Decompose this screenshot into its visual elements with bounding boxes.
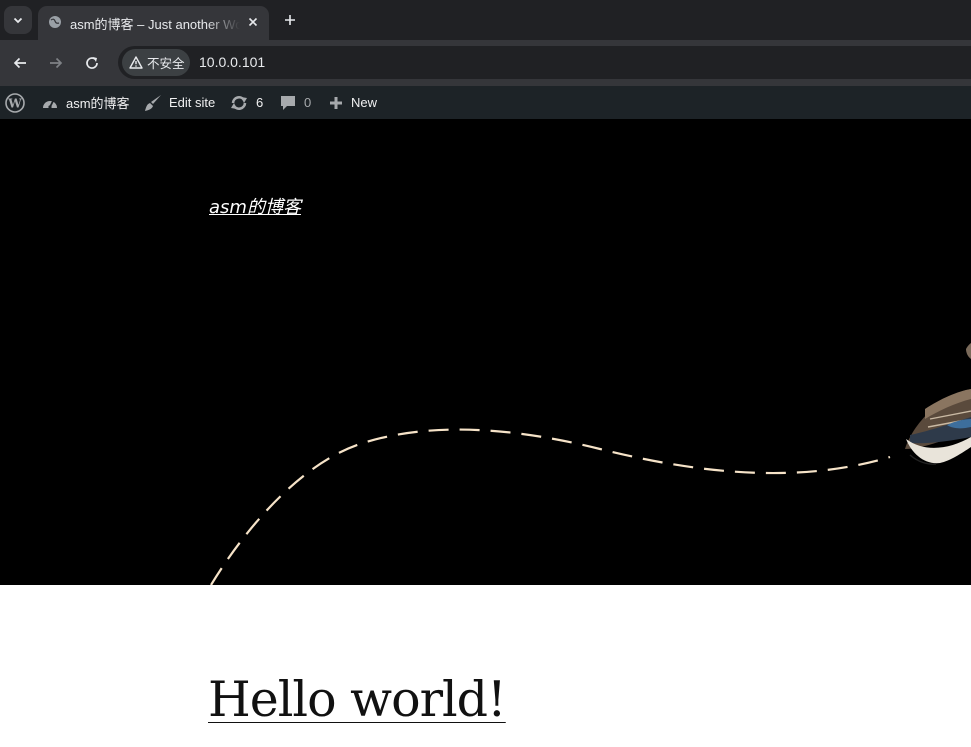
hero-banner: asm的博客 bbox=[0, 119, 971, 585]
tab-search-button[interactable] bbox=[4, 6, 32, 34]
browser-toolbar: 不安全 10.0.0.101 bbox=[0, 40, 971, 86]
wp-admin-bar: W asm的博客 Edit site 6 0 New bbox=[0, 86, 971, 119]
arrow-right-icon bbox=[50, 57, 63, 69]
browser-tab-strip: asm的博客 – Just another WordPress site bbox=[0, 0, 971, 40]
admin-bar-comments[interactable]: 0 bbox=[279, 86, 311, 119]
tab-title: asm的博客 – Just another WordPress site bbox=[70, 17, 240, 32]
flight-path bbox=[210, 428, 891, 585]
plus-icon bbox=[285, 15, 295, 25]
new-tab-button[interactable] bbox=[278, 8, 302, 32]
bird-icon bbox=[905, 343, 971, 465]
tab-close-button[interactable] bbox=[243, 12, 263, 32]
updates-icon bbox=[231, 95, 247, 110]
warning-icon bbox=[129, 56, 143, 69]
bird-illustration bbox=[210, 343, 971, 585]
reload-button[interactable] bbox=[79, 50, 105, 76]
post-title-link[interactable]: Hello world! bbox=[208, 671, 507, 728]
url-text[interactable]: 10.0.0.101 bbox=[199, 54, 265, 70]
dashboard-icon bbox=[43, 100, 57, 109]
comments-count: 0 bbox=[304, 95, 312, 110]
site-security-chip[interactable]: 不安全 bbox=[122, 49, 190, 76]
updates-count: 6 bbox=[256, 95, 264, 110]
plus-icon bbox=[330, 96, 342, 109]
brush-icon bbox=[145, 94, 161, 111]
admin-bar-new[interactable]: New bbox=[329, 86, 377, 119]
forward-button[interactable] bbox=[43, 50, 69, 76]
globe-icon bbox=[49, 16, 61, 28]
site-name-label: asm的博客 bbox=[66, 96, 130, 111]
address-bar[interactable]: 不安全 10.0.0.101 bbox=[118, 46, 971, 79]
close-icon bbox=[248, 17, 258, 27]
reload-icon bbox=[86, 57, 98, 69]
wordpress-menu[interactable]: W bbox=[5, 86, 25, 119]
chevron-down-icon bbox=[13, 17, 23, 24]
admin-bar-edit-site[interactable]: Edit site bbox=[144, 86, 215, 119]
wordpress-logo-icon: W bbox=[5, 92, 25, 113]
security-label: 不安全 bbox=[147, 57, 185, 71]
admin-bar-site-name[interactable]: asm的博客 bbox=[41, 86, 130, 119]
arrow-left-icon bbox=[13, 57, 26, 69]
new-label: New bbox=[351, 95, 378, 110]
comment-icon bbox=[281, 96, 295, 110]
edit-site-label: Edit site bbox=[169, 95, 216, 110]
browser-tab-active[interactable]: asm的博客 – Just another WordPress site bbox=[38, 6, 269, 40]
admin-bar-updates[interactable]: 6 bbox=[230, 86, 263, 119]
svg-text:W: W bbox=[7, 96, 22, 110]
back-button[interactable] bbox=[7, 50, 33, 76]
